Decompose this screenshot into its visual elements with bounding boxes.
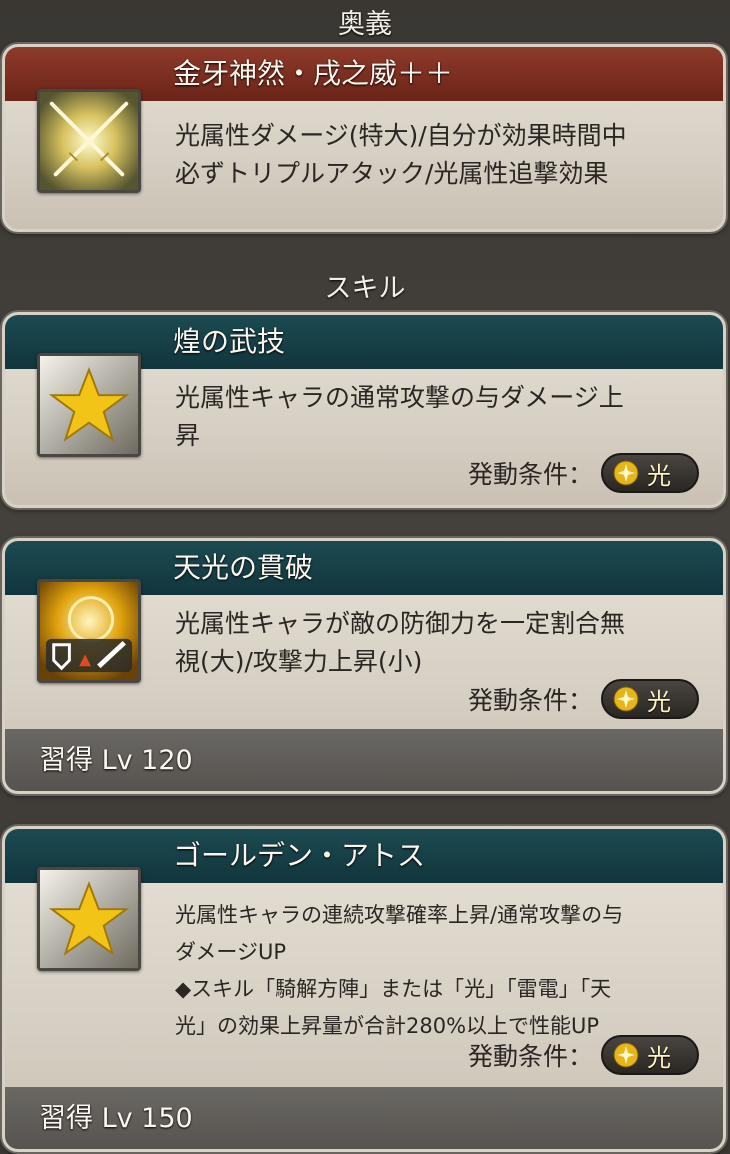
skill-1-description-line2: 昇 xyxy=(175,421,201,450)
ougi-description-line1: 光属性ダメージ(特大)/自分が効果時間中 xyxy=(175,121,627,150)
ougi-description-line2: 必ずトリプルアタック/光属性追撃効果 xyxy=(175,159,609,188)
skill-1-condition: 発動条件： 光 xyxy=(468,453,699,493)
light-element-badge: 光 xyxy=(601,1035,699,1075)
element-label: 光 xyxy=(647,687,671,716)
light-orb-icon xyxy=(613,1042,639,1068)
skill-card-2[interactable]: 天光の貫破 光属性キャラが敵の防御力を一定割合無 視(大)/攻撃力上昇(小) 発… xyxy=(2,538,726,794)
light-element-badge: 光 xyxy=(601,679,699,719)
skill-card-1[interactable]: 煌の武技 光属性キャラの通常攻撃の与ダメージ上 昇 発動条件： 光 xyxy=(2,312,726,508)
skill-3-description-line1: 光属性キャラの連続攻撃確率上昇/通常攻撃の与 xyxy=(175,903,624,927)
star-icon xyxy=(37,353,141,457)
light-element-badge: 光 xyxy=(601,453,699,493)
condition-label: 発動条件： xyxy=(467,686,593,715)
skill-3-learn-level: 習得 Lv 150 xyxy=(5,1087,723,1149)
skill-2-condition: 発動条件： 光 xyxy=(468,679,699,719)
ougi-card[interactable]: 金牙神然・戌之威＋＋ 光属性ダメージ(特大)/自分が効果時間中 必ずトリプルアタ… xyxy=(2,44,726,232)
element-label: 光 xyxy=(647,1043,671,1072)
skill-2-description-line2: 視(大)/攻撃力上昇(小) xyxy=(175,647,423,676)
condition-label: 発動条件： xyxy=(467,460,593,489)
skill-3-description-line3: ◆スキル「騎解方陣」または「光」「雷電」「天 xyxy=(175,977,612,1001)
ougi-section-title: 奥義 xyxy=(338,9,392,40)
star-icon xyxy=(37,867,141,971)
skill-1-description-line1: 光属性キャラの通常攻撃の与ダメージ上 xyxy=(175,383,624,412)
skills-section-title: スキル xyxy=(324,273,406,304)
skill-2-learn-level: 習得 Lv 120 xyxy=(5,729,723,791)
condition-label: 発動条件： xyxy=(467,1042,593,1071)
light-shield-sword-icon xyxy=(37,579,141,683)
element-label: 光 xyxy=(647,461,671,490)
light-orb-icon xyxy=(613,460,639,486)
crossed-swords-icon xyxy=(37,89,141,193)
skill-3-description-line2: ダメージUP xyxy=(175,940,286,964)
skill-3-condition: 発動条件： 光 xyxy=(468,1035,699,1075)
skill-card-3[interactable]: ゴールデン・アトス 光属性キャラの連続攻撃確率上昇/通常攻撃の与 ダメージUP … xyxy=(2,826,726,1152)
light-orb-icon xyxy=(613,686,639,712)
skill-2-description-line1: 光属性キャラが敵の防御力を一定割合無 xyxy=(175,609,626,638)
